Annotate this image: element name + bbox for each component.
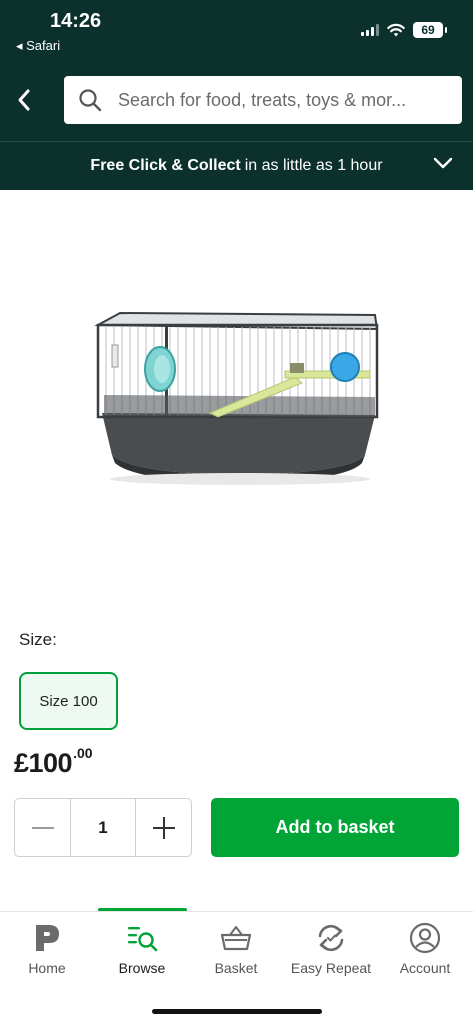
size-option-100[interactable]: Size 100 [19,672,118,730]
account-icon [409,922,441,954]
home-indicator[interactable] [152,1009,322,1014]
back-button[interactable] [10,82,38,118]
app-header: 14:26 ◂ Safari 69 Search for food, treat… [0,0,473,141]
chevron-left-icon [18,89,30,111]
price-pence: .00 [73,745,93,761]
promo-subtitle: in as little as 1 hour [244,157,383,174]
tab-account-label: Account [399,960,451,976]
home-logo-icon [36,925,59,951]
tab-home[interactable]: Home [0,912,94,992]
tab-basket-label: Basket [214,960,258,976]
quantity-stepper: 1 [14,798,192,857]
search-placeholder: Search for food, treats, toys & mor... [118,89,407,110]
decrease-quantity-button[interactable] [15,799,70,856]
price-pounds: £100 [14,748,73,778]
minus-icon [31,826,54,829]
increase-quantity-button[interactable] [136,799,191,856]
status-icons: 69 [361,22,447,38]
battery-indicator: 69 [413,22,447,38]
tab-easy-repeat-label: Easy Repeat [290,960,372,976]
repeat-icon [318,924,344,952]
chevron-down-icon [433,157,453,169]
plus-icon [152,816,175,839]
status-time: 14:26 [50,10,102,32]
cellular-signal-icon [361,24,379,36]
tab-browse-label: Browse [118,960,166,976]
size-label: Size: [19,630,57,649]
tab-easy-repeat[interactable]: Easy Repeat [284,912,378,992]
basket-icon [220,926,252,951]
bottom-tab-bar: Home Browse Basket Easy Repeat Account [0,911,473,1024]
product-image [94,311,379,485]
click-collect-banner[interactable]: Free Click & Collect in as little as 1 h… [0,141,473,190]
tab-basket[interactable]: Basket [189,912,283,992]
search-icon [79,89,102,112]
add-to-basket-button[interactable]: Add to basket [211,798,459,857]
search-input[interactable]: Search for food, treats, toys & mor... [64,76,462,124]
product-price: £100.00 [14,745,93,779]
tab-home-label: Home [28,960,66,976]
back-to-safari-link[interactable]: ◂ Safari [16,38,60,54]
browse-search-icon [128,927,158,952]
promo-title: Free Click & Collect [90,157,241,174]
tab-browse[interactable]: Browse [95,912,189,992]
wifi-icon [387,23,405,37]
tab-account[interactable]: Account [378,912,472,992]
quantity-value[interactable]: 1 [70,799,136,856]
